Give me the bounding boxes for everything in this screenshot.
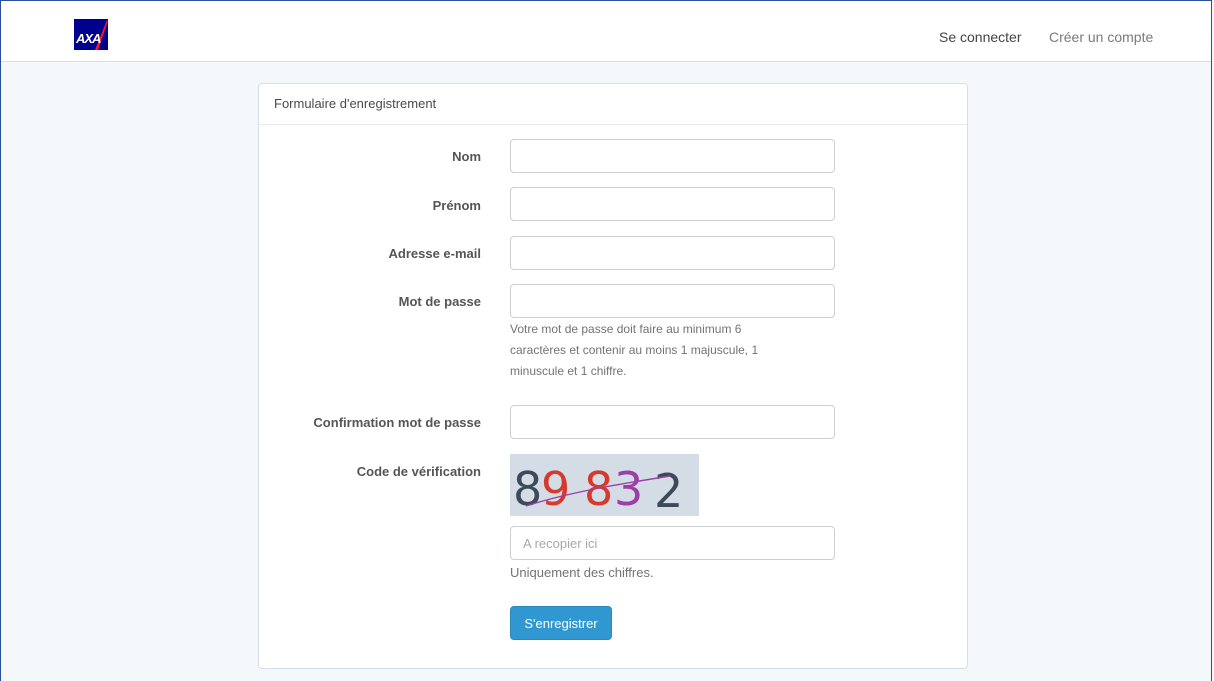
password-help-line1: Votre mot de passe doit faire au minimum…	[510, 322, 742, 336]
captcha-label: Code de vérification	[356, 464, 481, 479]
svg-text:3: 3	[614, 462, 643, 516]
password-help: Votre mot de passe doit faire au minimum…	[510, 319, 820, 382]
browser-frame: AXA Se connecter Créer un compte Formula…	[0, 0, 1212, 681]
svg-text:2: 2	[654, 464, 683, 516]
password-input[interactable]	[510, 284, 835, 318]
registration-panel: Formulaire d'enregistrement Nom Prénom A…	[258, 83, 968, 669]
nom-label: Nom	[452, 149, 481, 164]
password-confirm-input[interactable]	[510, 405, 835, 439]
prenom-label: Prénom	[432, 198, 481, 213]
nav-register-link[interactable]: Créer un compte	[1049, 29, 1153, 45]
email-input[interactable]	[510, 236, 835, 270]
captcha-image: 8 9 8 3 2	[510, 454, 699, 516]
svg-text:8: 8	[584, 462, 613, 516]
captcha-input[interactable]	[510, 526, 835, 560]
top-navbar: AXA Se connecter Créer un compte	[1, 1, 1211, 62]
captcha-help: Uniquement des chiffres.	[510, 565, 654, 580]
nav-login-link[interactable]: Se connecter	[939, 29, 1022, 45]
password-confirm-label: Confirmation mot de passe	[313, 415, 481, 430]
axa-logo[interactable]: AXA	[74, 19, 108, 50]
svg-text:8: 8	[513, 462, 542, 516]
nom-input[interactable]	[510, 139, 835, 173]
password-label: Mot de passe	[398, 294, 481, 309]
password-help-line2: caractères et contenir au moins 1 majusc…	[510, 343, 759, 357]
svg-text:AXA: AXA	[75, 31, 101, 46]
prenom-input[interactable]	[510, 187, 835, 221]
register-button[interactable]: S'enregistrer	[510, 606, 612, 640]
email-label: Adresse e-mail	[388, 246, 482, 261]
password-help-line3: minuscule et 1 chiffre.	[510, 364, 627, 378]
svg-text:9: 9	[541, 462, 570, 516]
panel-heading: Formulaire d'enregistrement	[259, 84, 967, 125]
